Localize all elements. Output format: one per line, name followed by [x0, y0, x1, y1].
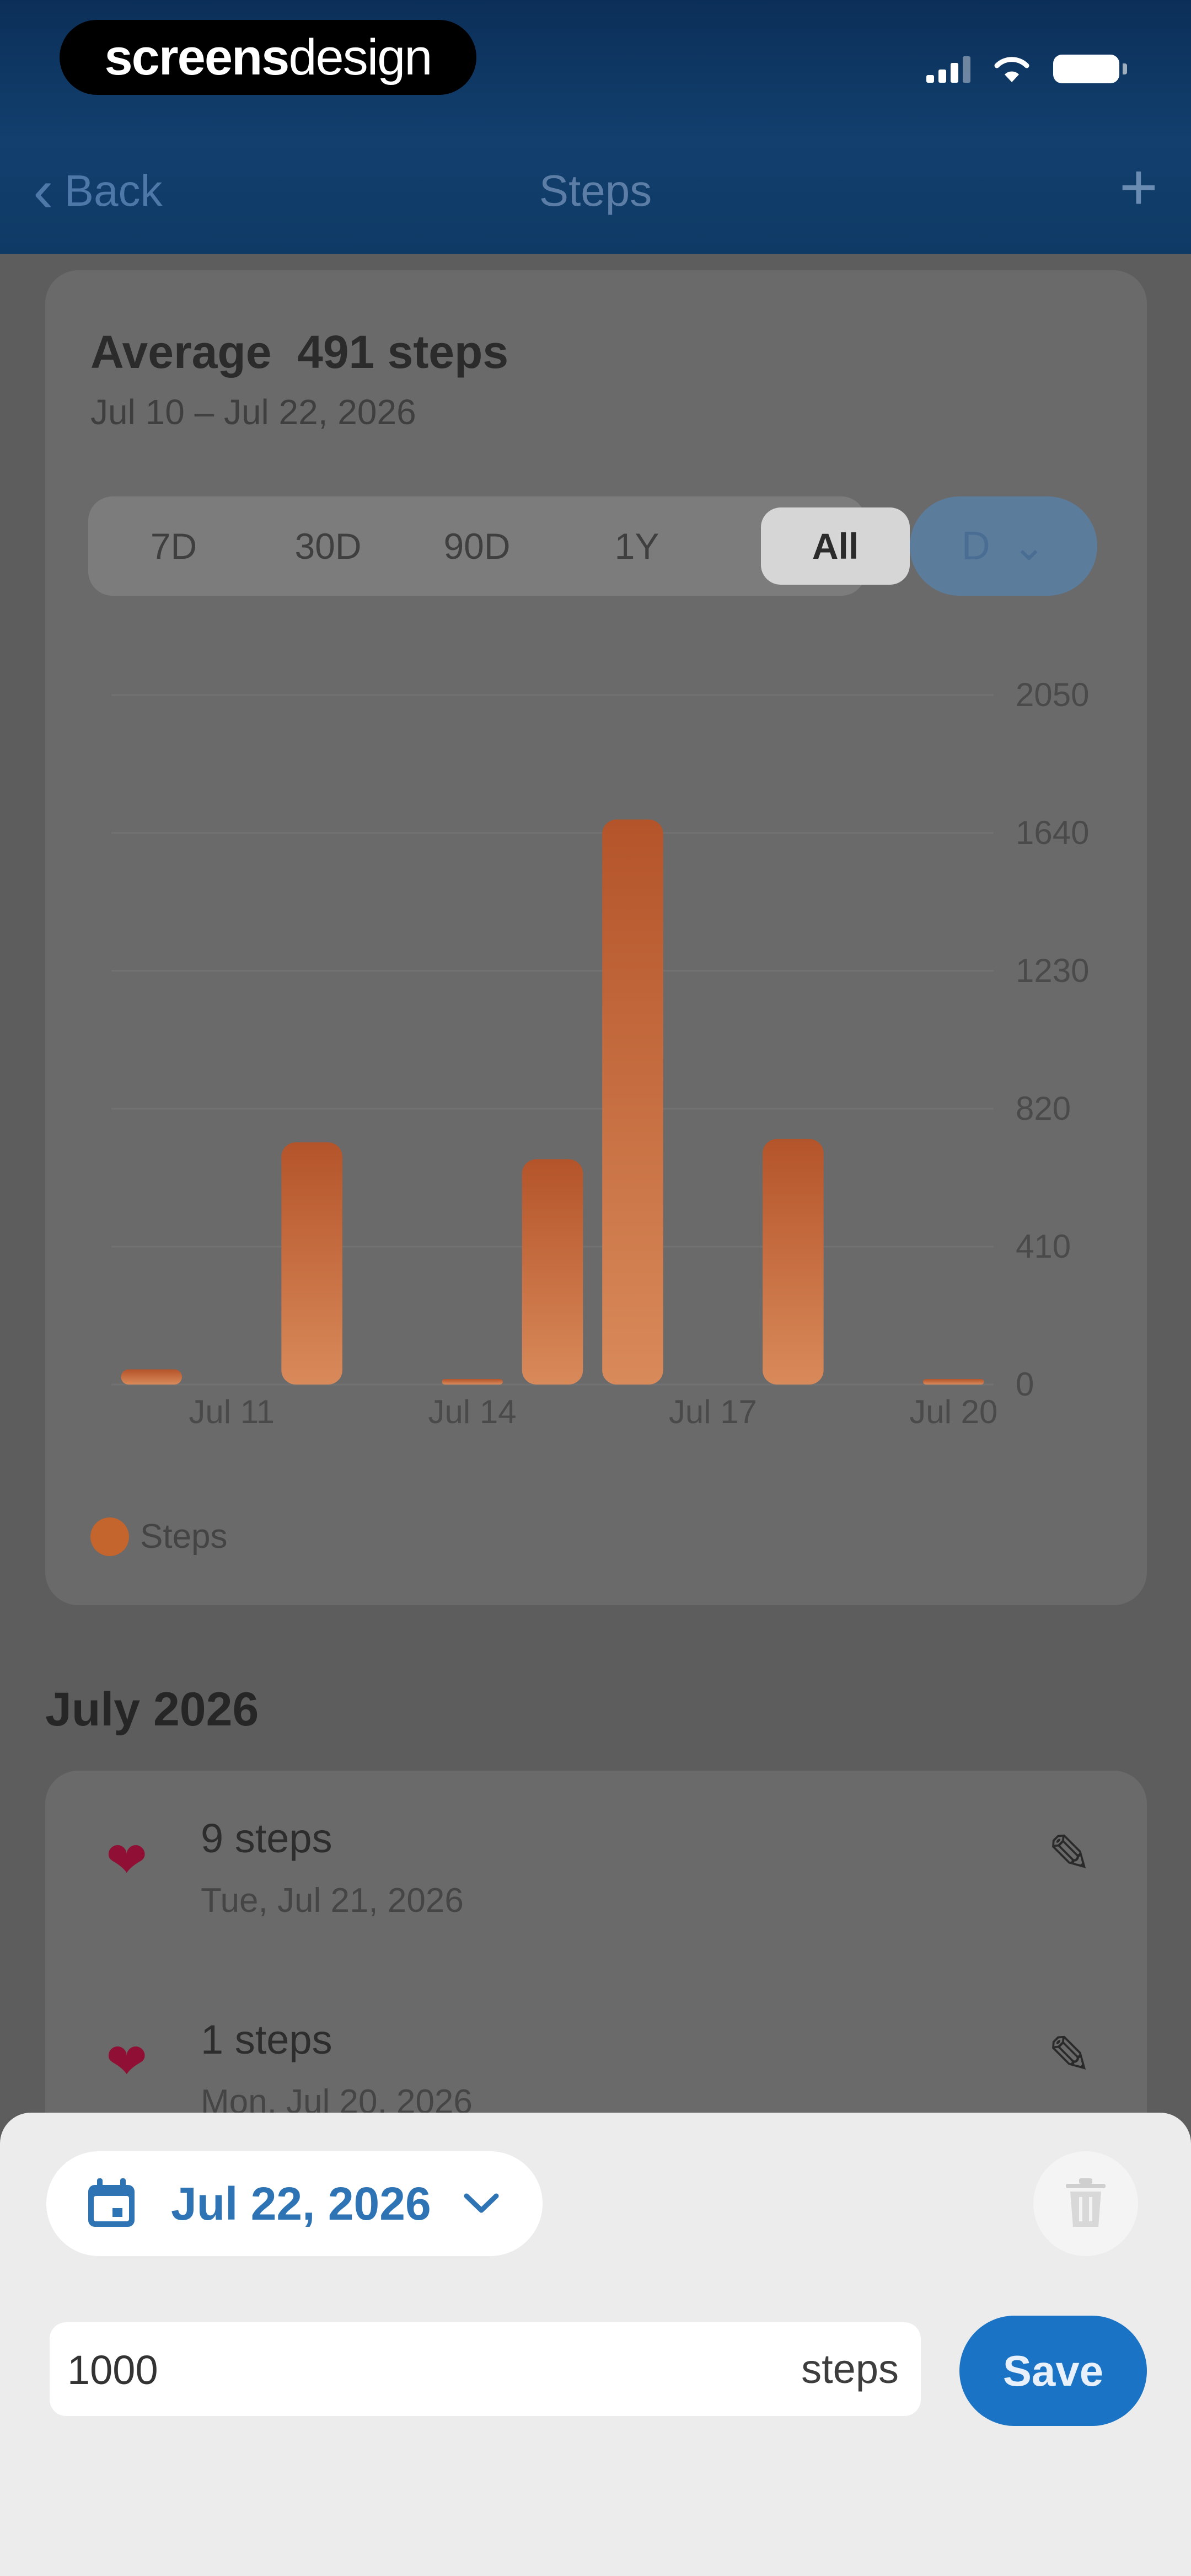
chevron-down-icon — [464, 2193, 499, 2213]
period-selector: 7D 30D 90D 1Y All — [88, 496, 910, 596]
month-header: July 2026 — [45, 1683, 259, 1736]
save-button[interactable]: Save — [959, 2316, 1147, 2426]
x-tick-label: Jul 17 — [669, 1393, 757, 1430]
y-tick-label: 410 — [1016, 1228, 1071, 1265]
entry-value: 9 steps — [201, 1815, 332, 1861]
screensdesign-logo: screensdesign — [60, 20, 476, 95]
status-bar — [926, 50, 1127, 88]
calendar-icon — [88, 2178, 135, 2227]
x-tick-label: Jul 20 — [909, 1393, 997, 1430]
steps-summary-card: Average 491 steps Jul 10 – Jul 22, 2026 … — [45, 270, 1147, 1605]
steps-bar-chart: 0 410 820 1230 1640 2050 Jul 11 Jul 14 Jul 17 Ju… — [111, 676, 1089, 1430]
steps-input-field[interactable]: steps — [50, 2322, 921, 2417]
list-item[interactable]: ❤ 9 steps Tue, Jul 21, 2026 ✎ — [45, 1771, 1147, 1969]
average-heading: Average 491 steps — [90, 326, 509, 378]
period-90d[interactable]: 90D — [403, 507, 551, 585]
y-tick-label: 1640 — [1016, 814, 1089, 851]
period-30d[interactable]: 30D — [254, 507, 403, 585]
bar — [281, 1142, 342, 1385]
bar — [121, 1369, 182, 1385]
edit-pencil-icon[interactable]: ✎ — [1048, 2024, 1092, 2086]
battery-icon — [1053, 55, 1127, 83]
chevron-down-icon: ⌄ — [1012, 525, 1046, 569]
bar — [442, 1379, 503, 1385]
bar — [923, 1379, 984, 1385]
heart-icon: ❤ — [106, 2034, 148, 2089]
date-picker-button[interactable]: Jul 22, 2026 — [46, 2151, 543, 2256]
x-tick-label: Jul 11 — [189, 1393, 275, 1430]
nav-header: screensdesign ‹ Back Steps + — [0, 0, 1191, 254]
entry-date: Tue, Jul 21, 2026 — [201, 1882, 464, 1920]
edit-pencil-icon[interactable]: ✎ — [1048, 1823, 1092, 1885]
unit-label: steps — [801, 2346, 899, 2392]
delete-button[interactable] — [1033, 2151, 1138, 2256]
period-1y[interactable]: 1Y — [562, 507, 711, 585]
y-tick-label: 2050 — [1016, 676, 1089, 713]
bar — [763, 1139, 824, 1385]
period-7d[interactable]: 7D — [99, 507, 248, 585]
y-tick-label: 820 — [1016, 1090, 1071, 1127]
y-tick-label: 1230 — [1016, 952, 1089, 989]
granularity-dropdown[interactable]: D ⌄ — [910, 496, 1097, 596]
cellular-signal-icon — [926, 55, 970, 83]
add-entry-sheet: Jul 22, 2026 steps Save — [0, 2113, 1191, 2576]
entry-value: 1 steps — [201, 2017, 332, 2062]
page-title: Steps — [539, 166, 652, 215]
trash-icon — [1066, 2178, 1106, 2227]
steps-input[interactable] — [66, 2322, 675, 2417]
x-tick-label: Jul 14 — [428, 1393, 516, 1430]
wifi-icon — [994, 57, 1029, 82]
chart-legend: Steps — [90, 1517, 228, 1556]
date-range: Jul 10 – Jul 22, 2026 — [90, 392, 416, 432]
selected-date: Jul 22, 2026 — [171, 2177, 431, 2230]
bar — [522, 1159, 583, 1385]
y-tick-label: 0 — [1016, 1366, 1034, 1403]
entries-list: ❤ 9 steps Tue, Jul 21, 2026 ✎ ❤ 1 steps … — [45, 1771, 1147, 2157]
heart-icon: ❤ — [106, 1833, 148, 1888]
add-button[interactable]: + — [1119, 149, 1158, 225]
period-all[interactable]: All — [761, 507, 910, 585]
legend-swatch — [90, 1517, 129, 1556]
bar — [602, 819, 663, 1385]
legend-label: Steps — [140, 1517, 228, 1556]
